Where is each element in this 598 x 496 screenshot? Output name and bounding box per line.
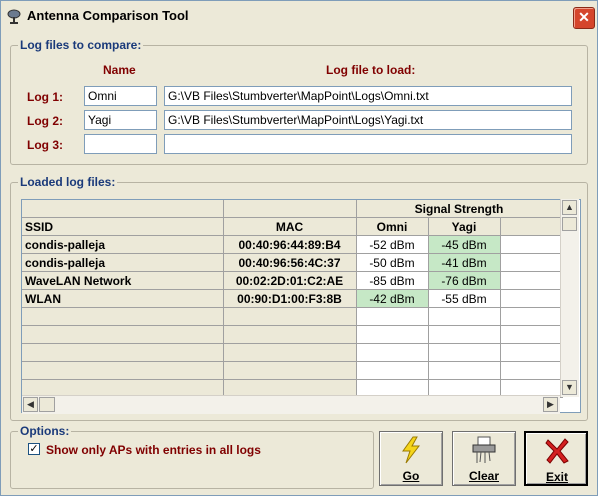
yagi-signal-cell: -76 dBm	[428, 271, 501, 290]
ssid-cell	[22, 343, 224, 362]
results-grid[interactable]: Signal Strength SSID MAC Omni Yagi condi…	[21, 199, 581, 413]
scroll-up-button[interactable]: ▲	[562, 200, 577, 215]
yagi-signal-cell: -45 dBm	[428, 235, 501, 254]
mac-cell	[223, 343, 357, 362]
omni-signal-cell	[356, 307, 429, 326]
window-title: Antenna Comparison Tool	[27, 8, 189, 23]
horizontal-scroll-thumb[interactable]	[39, 397, 55, 412]
yagi-signal-cell	[428, 361, 501, 380]
table-row[interactable]	[22, 325, 563, 344]
log1-name-input[interactable]: Omni	[84, 86, 157, 106]
mac-cell	[223, 325, 357, 344]
omni-signal-cell: -85 dBm	[356, 271, 429, 290]
mac-column-header[interactable]: MAC	[223, 217, 357, 236]
signal-strength-header: Signal Strength	[356, 200, 563, 218]
scroll-down-button[interactable]: ▼	[562, 380, 577, 395]
extra-cell	[500, 271, 563, 290]
header-blank-mac	[223, 200, 357, 218]
ssid-cell: WLAN	[22, 289, 224, 308]
yagi-signal-cell: -41 dBm	[428, 253, 501, 272]
vertical-scrollbar[interactable]: ▲ ▼	[560, 199, 579, 397]
header-blank-ssid	[22, 200, 224, 218]
extra-cell	[500, 253, 563, 272]
extra-cell	[500, 325, 563, 344]
go-button[interactable]: Go	[379, 431, 443, 486]
yagi-column-header[interactable]: Yagi	[428, 217, 501, 236]
omni-signal-cell: -50 dBm	[356, 253, 429, 272]
log2-label: Log 2:	[27, 114, 63, 128]
lightning-icon	[380, 436, 442, 464]
close-button[interactable]: ✕	[573, 7, 595, 29]
omni-signal-cell: -52 dBm	[356, 235, 429, 254]
log-files-legend: Log files to compare:	[18, 38, 144, 52]
title-bar: Antenna Comparison Tool ✕	[1, 1, 597, 31]
extra-cell	[500, 361, 563, 380]
mac-cell: 00:40:96:56:4C:37	[223, 253, 357, 272]
ssid-cell: WaveLAN Network	[22, 271, 224, 290]
options-group	[10, 431, 374, 489]
log2-file-input[interactable]: G:\VB Files\Stumbverter\MapPoint\Logs\Ya…	[164, 110, 572, 130]
scroll-right-button[interactable]: ▶	[543, 397, 558, 412]
show-all-label[interactable]: Show only APs with entries in all logs	[46, 443, 261, 457]
omni-signal-cell: -42 dBm	[356, 289, 429, 308]
red-x-icon	[526, 437, 588, 465]
file-header: Log file to load:	[326, 63, 416, 77]
table-row[interactable]	[22, 307, 563, 326]
table-row[interactable]: condis-palleja 00:40:96:56:4C:37 -50 dBm -4…	[22, 253, 563, 272]
ssid-cell	[22, 325, 224, 344]
header-row: SSID MAC Omni Yagi	[22, 217, 563, 236]
options-legend: Options:	[18, 424, 72, 438]
log2-name-input[interactable]: Yagi	[84, 110, 157, 130]
mac-cell: 00:02:2D:01:C2:AE	[223, 271, 357, 290]
log3-label: Log 3:	[27, 138, 63, 152]
ssid-cell: condis-palleja	[22, 235, 224, 254]
extra-cell	[500, 289, 563, 308]
extra-cell	[500, 307, 563, 326]
extra-column-header	[500, 217, 563, 236]
log1-file-input[interactable]: G:\VB Files\Stumbverter\MapPoint\Logs\Om…	[164, 86, 572, 106]
omni-signal-cell	[356, 343, 429, 362]
table-row[interactable]: condis-palleja 00:40:96:44:89:B4 -52 dBm -4…	[22, 235, 563, 254]
ssid-cell	[22, 361, 224, 380]
table-row[interactable]: WLAN 00:90:D1:00:F3:8B -42 dBm -55 dBm	[22, 289, 563, 308]
log3-file-input[interactable]	[164, 134, 572, 154]
main-window: Antenna Comparison Tool ✕ Log files to c…	[0, 0, 598, 496]
yagi-signal-cell	[428, 343, 501, 362]
ssid-cell: condis-palleja	[22, 253, 224, 272]
omni-column-header[interactable]: Omni	[356, 217, 429, 236]
scroll-left-button[interactable]: ◀	[23, 397, 38, 412]
yagi-signal-cell: -55 dBm	[428, 289, 501, 308]
mac-cell	[223, 307, 357, 326]
vertical-scroll-thumb[interactable]	[562, 217, 577, 231]
table-row[interactable]: WaveLAN Network 00:02:2D:01:C2:AE -85 dBm -…	[22, 271, 563, 290]
ssid-cell	[22, 307, 224, 326]
header-row-top: Signal Strength	[22, 200, 563, 218]
mac-cell: 00:90:D1:00:F3:8B	[223, 289, 357, 308]
yagi-signal-cell	[428, 307, 501, 326]
go-label: Go	[402, 469, 420, 483]
log3-name-input[interactable]	[84, 134, 157, 154]
log1-label: Log 1:	[27, 90, 63, 104]
mac-cell	[223, 361, 357, 380]
shredder-icon	[453, 436, 515, 464]
extra-cell	[500, 343, 563, 362]
horizontal-scrollbar[interactable]: ◀ ▶	[22, 395, 560, 414]
exit-button[interactable]: Exit	[524, 431, 588, 486]
omni-signal-cell	[356, 361, 429, 380]
name-header: Name	[103, 63, 136, 77]
yagi-signal-cell	[428, 325, 501, 344]
omni-signal-cell	[356, 325, 429, 344]
clear-button[interactable]: Clear	[452, 431, 516, 486]
loaded-logs-legend: Loaded log files:	[18, 175, 118, 189]
mac-cell: 00:40:96:44:89:B4	[223, 235, 357, 254]
results-table: Signal Strength SSID MAC Omni Yagi condi…	[22, 200, 563, 398]
extra-cell	[500, 235, 563, 254]
ssid-column-header[interactable]: SSID	[22, 217, 224, 236]
show-all-checkbox[interactable]: ✓	[28, 443, 40, 455]
antenna-icon	[7, 8, 23, 24]
clear-label: Clear	[468, 469, 500, 483]
exit-label: Exit	[545, 470, 568, 484]
table-row[interactable]	[22, 361, 563, 380]
table-row[interactable]	[22, 343, 563, 362]
